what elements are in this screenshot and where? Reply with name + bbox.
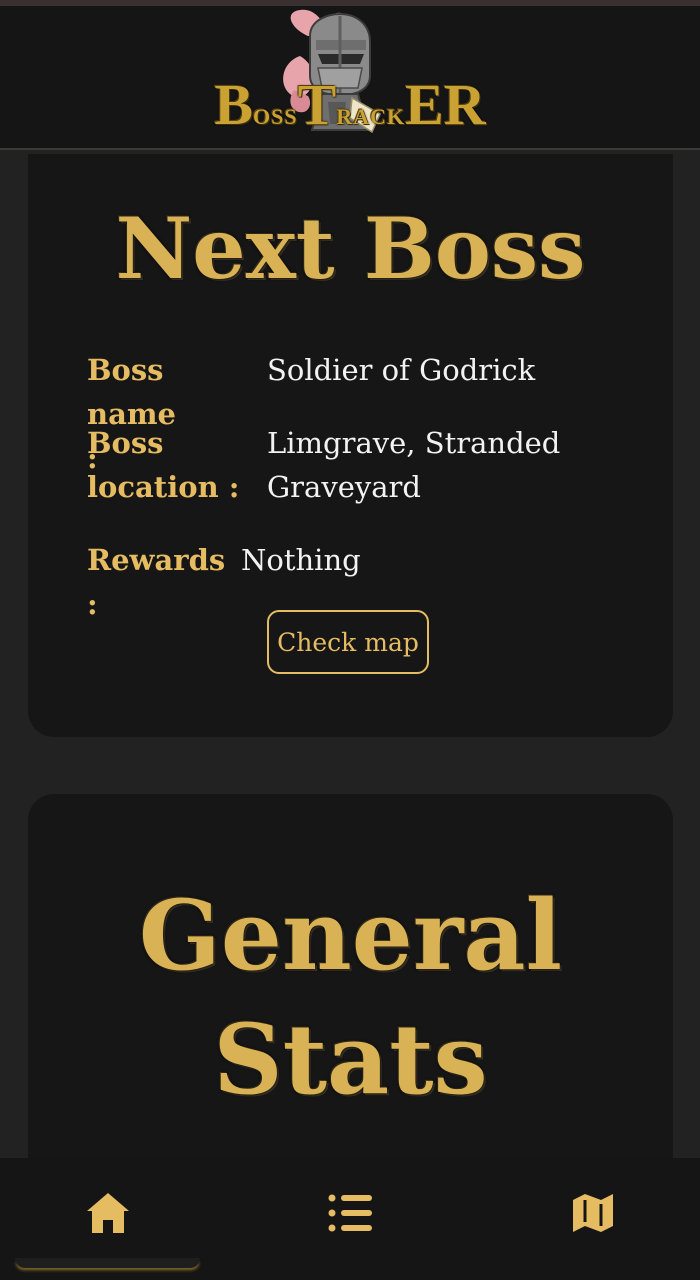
home-icon — [86, 1193, 129, 1233]
map-icon — [572, 1194, 613, 1232]
nav-list-tab[interactable] — [258, 1158, 443, 1268]
bottom-navigation — [0, 1158, 700, 1280]
logo-letters-rack: RACK — [336, 104, 406, 129]
logo-letter-t: T — [297, 72, 337, 137]
list-icon — [328, 1194, 372, 1232]
boss-location-label: Boss location : — [87, 426, 240, 504]
logo-wordmark: B OSS T RACK ER — [205, 76, 495, 140]
general-stats-title: General Stats — [138, 879, 563, 1116]
next-boss-card: Next Boss Boss name : Soldier of Godrick… — [28, 154, 673, 737]
nav-home-tab[interactable] — [15, 1158, 200, 1268]
bosstracker-logo[interactable]: B OSS T RACK ER — [205, 6, 495, 148]
rewards-label: Rewards : — [87, 543, 226, 621]
next-boss-title: Next Boss — [115, 199, 586, 298]
boss-location-value: Limgrave, Stranded Graveyard — [267, 426, 561, 504]
boss-name-value: Soldier of Godrick — [267, 353, 536, 387]
rewards-value: Nothing — [241, 543, 361, 577]
check-map-button[interactable]: Check map — [267, 610, 429, 674]
logo-letters-er: ER — [405, 72, 486, 137]
app-header: B OSS T RACK ER — [0, 6, 700, 150]
logo-letters-oss: OSS — [253, 104, 298, 129]
nav-map-tab[interactable] — [500, 1158, 685, 1268]
logo-letter-b: B — [214, 72, 254, 137]
app-screen: B OSS T RACK ER Next Boss Boss name : So… — [0, 0, 700, 1280]
